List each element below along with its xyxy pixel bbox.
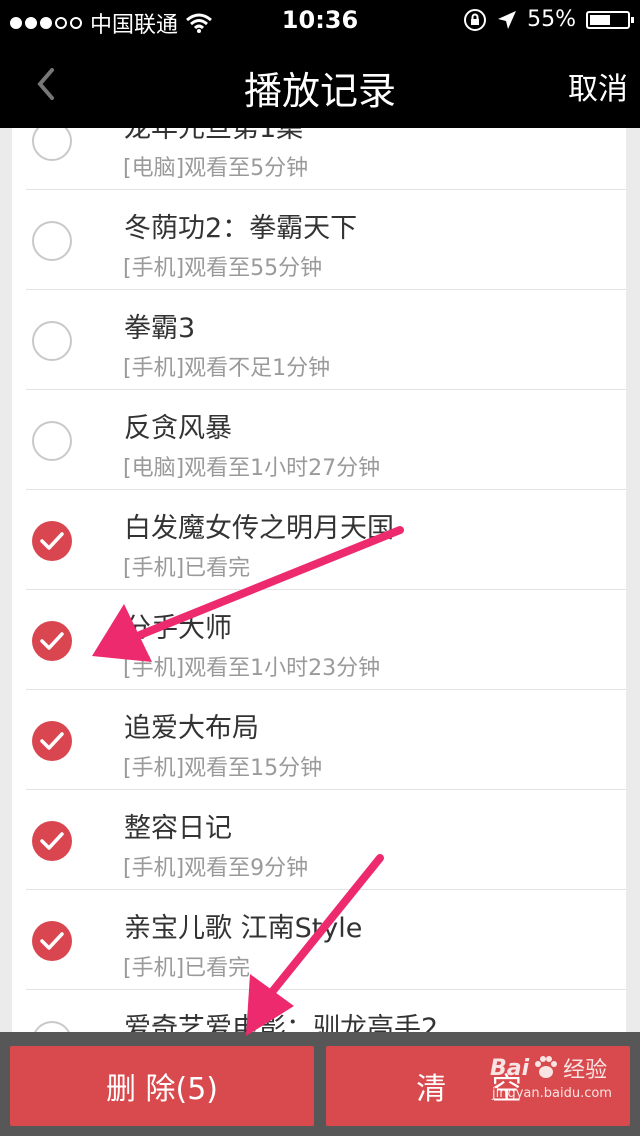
checkmark-icon (40, 932, 64, 950)
watch-progress: [电脑]观看至1小时27分钟 (123, 456, 381, 481)
checkbox-checked[interactable] (32, 921, 72, 961)
battery-percent: 55% (527, 7, 576, 32)
watch-progress: [手机]观看至15分钟 (123, 756, 323, 781)
status-right: 55% (463, 7, 634, 32)
battery-icon (586, 10, 634, 29)
video-title: 冬荫功2：拳霸天下 (124, 213, 358, 244)
checkbox-unchecked[interactable] (32, 128, 72, 161)
video-title: 整容日记 (124, 813, 232, 844)
list-item[interactable]: 爱奇艺爱电影：驯龙高手2 (12, 990, 626, 1032)
history-list[interactable]: 龙年元旦第1集 [电脑]观看至5分钟冬荫功2：拳霸天下 [手机]观看至55分钟拳霸3… (12, 128, 626, 1032)
list-item[interactable]: 冬荫功2：拳霸天下 [手机]观看至55分钟 (12, 190, 626, 290)
checkbox-unchecked[interactable] (32, 421, 72, 461)
status-bar: 中国联通 10:36 55% (0, 0, 640, 40)
page-title: 播放记录 (243, 69, 396, 113)
list-item[interactable]: 追爱大布局 [手机]观看至15分钟 (12, 690, 626, 790)
watermark-brand-suffix: 经验 (563, 1058, 608, 1083)
list-item[interactable]: 整容日记 [手机]观看至9分钟 (12, 790, 626, 890)
checkbox-unchecked[interactable] (32, 1021, 72, 1032)
checkbox-checked[interactable] (32, 521, 72, 561)
video-title: 龙年元旦第1集 (124, 128, 304, 144)
checkmark-icon (40, 632, 64, 650)
history-list-content: 龙年元旦第1集 [电脑]观看至5分钟冬荫功2：拳霸天下 [手机]观看至55分钟拳霸3… (12, 128, 626, 1032)
history-list-frame: 龙年元旦第1集 [电脑]观看至5分钟冬荫功2：拳霸天下 [手机]观看至55分钟拳霸3… (0, 128, 640, 1032)
delete-button[interactable]: 删 除(5) (10, 1046, 314, 1126)
watch-progress: [手机]观看至1小时23分钟 (123, 656, 381, 681)
video-title: 爱奇艺爱电影：驯龙高手2 (124, 1013, 439, 1032)
video-title: 分手大师 (124, 613, 232, 644)
list-item[interactable]: 亲宝儿歌 江南Style [手机]已看完 (12, 890, 626, 990)
video-title: 拳霸3 (124, 313, 196, 344)
checkbox-checked[interactable] (32, 821, 72, 861)
watch-progress: [手机]观看不足1分钟 (123, 356, 331, 381)
rotation-lock-icon (464, 8, 487, 31)
checkmark-icon (40, 732, 64, 750)
paw-icon (535, 1056, 558, 1078)
watch-progress: [手机]已看完 (123, 956, 251, 981)
watch-progress: [手机]观看至55分钟 (123, 256, 323, 281)
watch-progress: [手机]观看至9分钟 (123, 856, 309, 881)
video-title: 白发魔女传之明月天国 (124, 513, 394, 544)
list-item[interactable]: 龙年元旦第1集 [电脑]观看至5分钟 (12, 128, 626, 190)
location-arrow-icon (498, 10, 517, 29)
checkmark-icon (40, 832, 64, 850)
list-item[interactable]: 分手大师 [手机]观看至1小时23分钟 (12, 590, 626, 690)
watermark-url: jingyan.baidu.com (492, 1086, 612, 1101)
checkbox-unchecked[interactable] (32, 221, 72, 261)
watch-progress: [电脑]观看至5分钟 (123, 156, 309, 181)
checkbox-unchecked[interactable] (32, 321, 72, 361)
bottom-action-bar: 删 除(5) 清 空 (0, 1032, 640, 1136)
navigation-bar: 播放记录 取消 (0, 40, 640, 128)
cancel-button[interactable]: 取消 (568, 64, 628, 108)
checkbox-checked[interactable] (32, 721, 72, 761)
watermark-brand: Bai (490, 1055, 530, 1081)
list-item[interactable]: 拳霸3 [手机]观看不足1分钟 (12, 290, 626, 390)
baidu-watermark: Bai 经验 jingyan.baidu.com (490, 1052, 612, 1102)
video-title: 反贪风暴 (124, 413, 232, 444)
video-title: 追爱大布局 (124, 713, 259, 744)
list-item[interactable]: 白发魔女传之明月天国 [手机]已看完 (12, 490, 626, 590)
video-title: 亲宝儿歌 江南Style (124, 913, 363, 944)
watch-progress: [手机]已看完 (123, 556, 251, 581)
checkmark-icon (40, 532, 64, 550)
list-item[interactable]: 反贪风暴 [电脑]观看至1小时27分钟 (12, 390, 626, 490)
checkbox-checked[interactable] (32, 621, 72, 661)
